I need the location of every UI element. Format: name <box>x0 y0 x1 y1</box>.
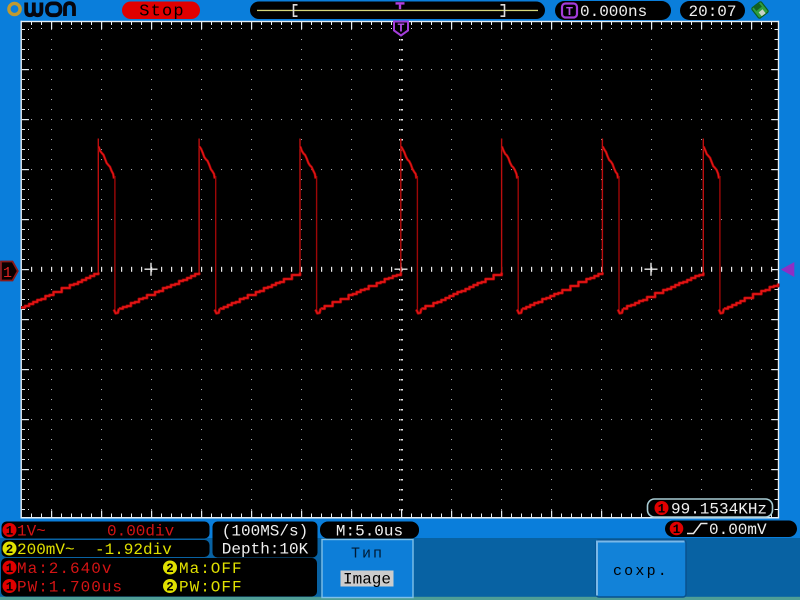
svg-text:2: 2 <box>166 581 174 595</box>
svg-text:T: T <box>566 5 573 19</box>
svg-text:PW:1.700us: PW:1.700us <box>17 579 123 597</box>
svg-text:1: 1 <box>6 581 14 595</box>
svg-text:99.1534KHz: 99.1534KHz <box>671 501 767 519</box>
svg-text:T: T <box>397 22 404 36</box>
svg-text:1: 1 <box>658 503 666 517</box>
svg-text:Тип: Тип <box>351 546 384 563</box>
svg-text:1: 1 <box>673 523 681 537</box>
svg-text:PW:OFF: PW:OFF <box>179 579 243 597</box>
svg-text:2: 2 <box>6 543 14 557</box>
svg-text:Ma:2.640v: Ma:2.640v <box>17 560 112 578</box>
svg-text:1V~: 1V~ <box>17 523 46 541</box>
svg-text:(100MS/s): (100MS/s) <box>222 523 308 541</box>
svg-text:сохр.: сохр. <box>613 563 669 580</box>
svg-text:1: 1 <box>6 562 14 576</box>
svg-text:200mV~: 200mV~ <box>17 541 75 559</box>
svg-text:1: 1 <box>6 525 14 539</box>
svg-text:Image: Image <box>343 571 391 589</box>
svg-text:Ma:OFF: Ma:OFF <box>179 560 243 578</box>
svg-text:20:07: 20:07 <box>688 3 736 21</box>
svg-text:2: 2 <box>166 562 174 576</box>
svg-text:0.000ns: 0.000ns <box>580 3 647 21</box>
svg-text:M:5.0us: M:5.0us <box>336 523 403 541</box>
svg-text:0.00mV: 0.00mV <box>709 521 767 539</box>
svg-text:Stop: Stop <box>139 3 185 22</box>
svg-text:-1.92div: -1.92div <box>95 541 172 559</box>
svg-text:1: 1 <box>3 265 12 282</box>
svg-text:Depth:10K: Depth:10K <box>222 541 309 559</box>
svg-text:0.00div: 0.00div <box>107 523 175 541</box>
